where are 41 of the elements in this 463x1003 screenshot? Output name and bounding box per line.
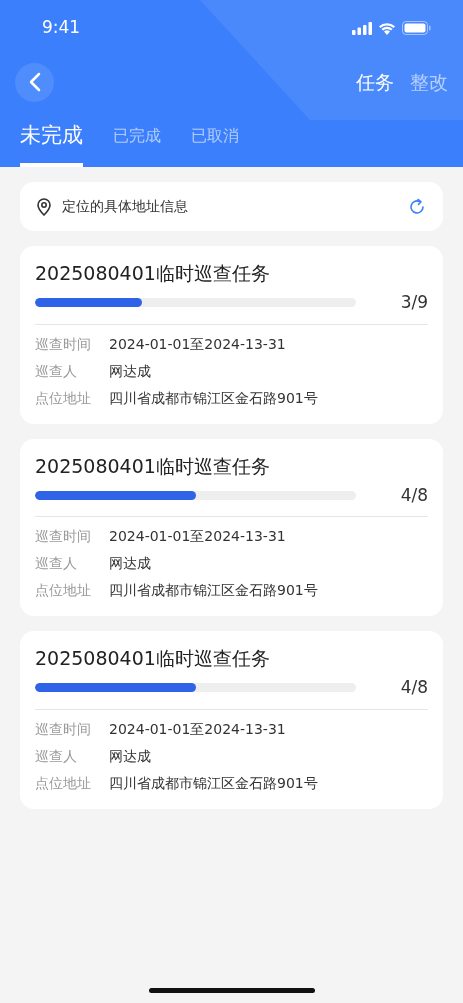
status-tab[interactable]: 已完成 (113, 108, 161, 167)
header-tab[interactable]: 任务 (356, 67, 394, 97)
battery-icon (402, 21, 431, 35)
field-label: 点位地址 (35, 581, 92, 600)
back-icon (28, 72, 41, 92)
field-value: 2024-01-01至2024-13-31 (109, 719, 286, 739)
field-label: 巡查人 (35, 746, 78, 766)
signal-icon (352, 21, 372, 35)
progress-count: 3/9 (400, 291, 428, 314)
field-value: 四川省成都市锦江区金石路901号 (109, 388, 318, 408)
task-title: 2025080401临时巡查任务 (35, 261, 271, 286)
field-value: 网达成 (109, 554, 151, 573)
field-value: 2024-01-01至2024-13-31 (109, 527, 286, 546)
field-label: 巡查时间 (35, 719, 92, 739)
field-value: 四川省成都市锦江区金石路901号 (109, 773, 318, 793)
field-value: 网达成 (109, 361, 151, 381)
task-title: 2025080401临时巡查任务 (35, 453, 271, 479)
progress-count: 4/8 (400, 676, 428, 699)
status-time: 9:41 (42, 16, 81, 40)
location-pin-icon (36, 197, 52, 216)
location-text: 定位的具体地址信息 (62, 197, 189, 216)
task-card[interactable]: 2025080401临时巡查任务 3/9 巡查时间 2024-01-01至2024-13-31 巡查人 网达成 点位地址 四川省成都市锦江区金石路901号 (20, 246, 443, 424)
field-label: 巡查人 (35, 361, 78, 381)
field-value: 2024-01-01至2024-13-31 (109, 334, 286, 354)
task-card[interactable]: 2025080401临时巡查任务 4/8 巡查时间 2024-01-01至2024-13-31 巡查人 网达成 点位地址 四川省成都市锦江区金石路901号 (20, 631, 443, 809)
status-tab[interactable]: 未完成 (20, 108, 83, 167)
status-tab[interactable]: 已取消 (191, 108, 239, 167)
task-card[interactable]: 2025080401临时巡查任务 4/8 巡查时间 2024-01-01至2024-13-31 巡查人 网达成 点位地址 四川省成都市锦江区金石路901号 (20, 438, 443, 616)
refresh-icon[interactable] (407, 196, 427, 217)
field-label: 点位地址 (35, 773, 92, 793)
wifi-icon (378, 21, 396, 35)
header-tab[interactable]: 整改 (410, 67, 448, 97)
back-button[interactable] (15, 62, 54, 102)
field-label: 巡查时间 (35, 527, 92, 546)
field-label: 点位地址 (35, 388, 92, 408)
field-value: 网达成 (109, 746, 151, 766)
field-value: 四川省成都市锦江区金石路901号 (109, 581, 318, 600)
task-title: 2025080401临时巡查任务 (35, 646, 271, 671)
field-label: 巡查时间 (35, 334, 92, 354)
progress-count: 4/8 (400, 483, 428, 507)
field-label: 巡查人 (35, 554, 78, 573)
